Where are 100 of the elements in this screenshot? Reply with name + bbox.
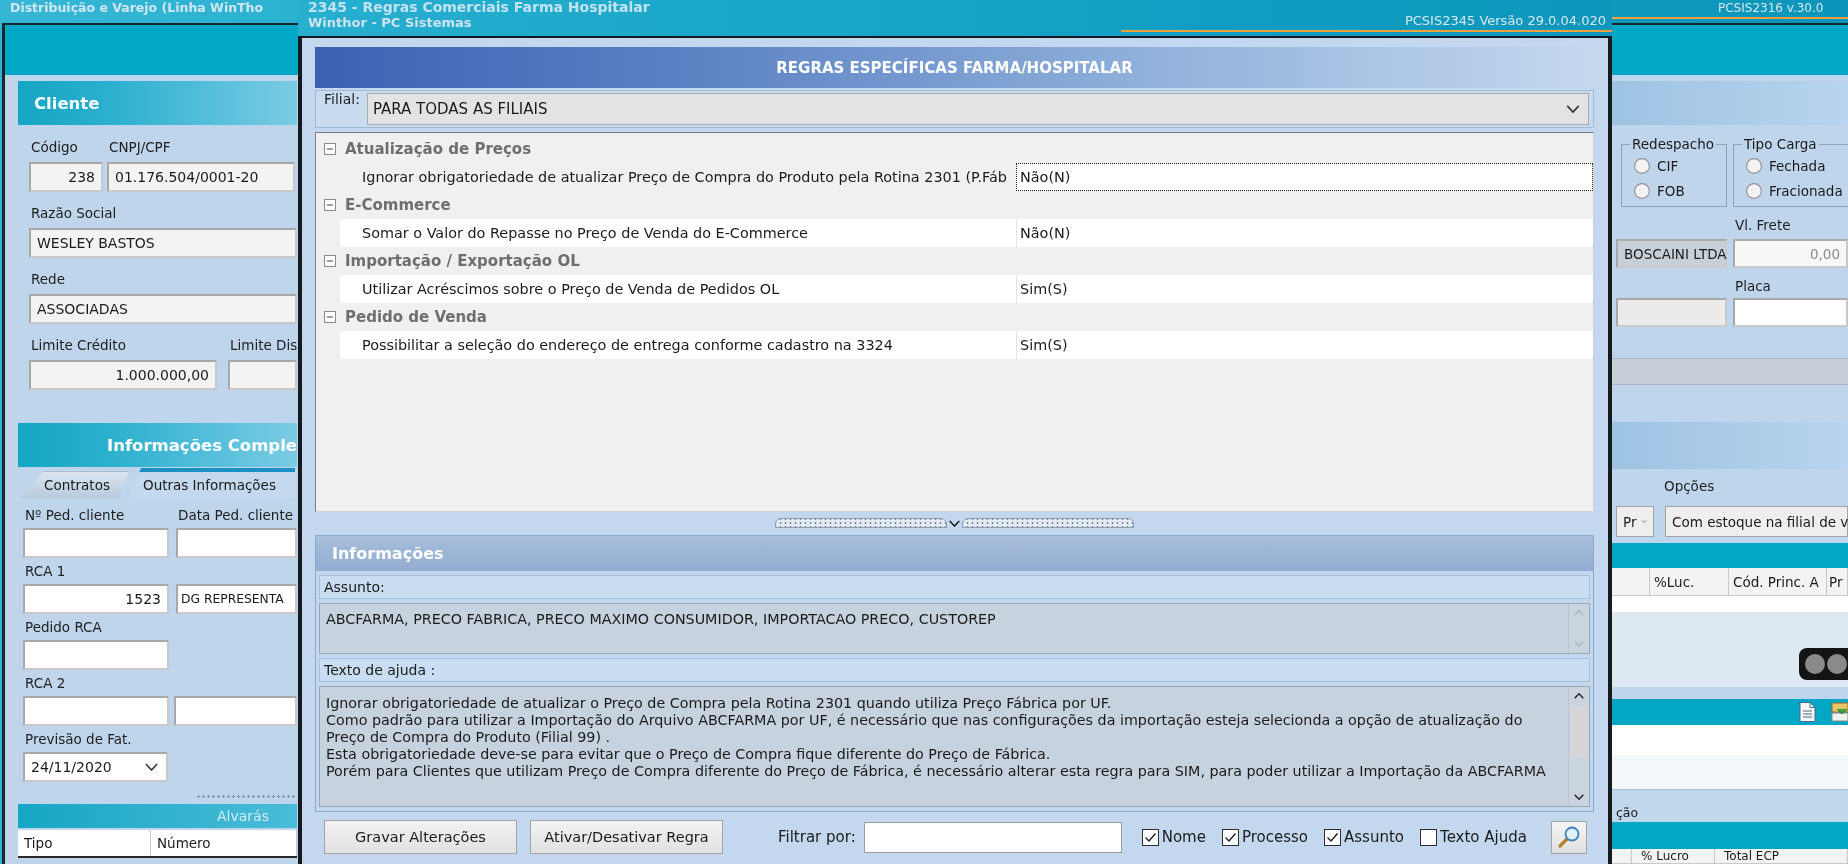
field-label: Limite Crédito <box>30 337 126 353</box>
text-field[interactable]: ASSOCIADAS <box>29 294 297 324</box>
field-label: Vl. Frete <box>1734 217 1792 233</box>
field-label: CNPJ/CPF <box>108 139 171 155</box>
text-field[interactable]: 01.176.504/0001-20 <box>107 162 295 192</box>
checkbox-option[interactable]: Processo <box>1221 828 1309 846</box>
document-icon[interactable] <box>1797 701 1819 723</box>
text-field[interactable] <box>176 528 297 558</box>
field-label: Filial: <box>323 91 360 107</box>
field-label: RCA 1 <box>24 563 66 579</box>
field-label: Limite Dis <box>229 337 298 353</box>
collapse-icon[interactable] <box>324 199 336 211</box>
splitter-grip[interactable] <box>196 794 297 799</box>
tab[interactable]: Contratos <box>20 471 129 498</box>
column-header: % Lucro <box>1632 849 1715 863</box>
dialog-button[interactable]: Gravar Alterações <box>324 820 517 854</box>
text-field[interactable]: 1523 <box>23 584 169 614</box>
text-field[interactable] <box>174 696 297 726</box>
checkbox-icon[interactable] <box>1324 828 1342 846</box>
field-label: Pedido RCA <box>24 619 102 635</box>
collapse-icon[interactable] <box>324 143 336 155</box>
rule-value-cell[interactable]: Não(N) <box>1016 163 1593 191</box>
radio-option[interactable]: Fracionada <box>1746 179 1848 202</box>
field-label: Data Ped. cliente <box>177 507 294 523</box>
memo-text: Esta obrigatoriedade deve-se para evitar que o Preço de Compra fique diferente do Preço de Fábrica. <box>326 746 1052 763</box>
checkbox-option[interactable]: Nome <box>1141 828 1206 846</box>
rule-name-cell-text: Utilizar Acréscimos sobre o Preço de Venda de Pedidos OL <box>361 280 781 299</box>
text-field[interactable]: BOSCAINI LTDA <box>1616 239 1727 268</box>
checkbox-option[interactable]: Texto Ajuda <box>1420 828 1527 846</box>
text-field[interactable]: 1.000.000,00 <box>29 360 217 390</box>
dots-pill-icon <box>1799 648 1848 680</box>
radio-icon[interactable] <box>1746 157 1762 174</box>
text-field[interactable] <box>23 528 169 558</box>
column-header: Número <box>151 830 297 856</box>
date-dropdown[interactable]: 24/11/2020 <box>23 752 168 782</box>
rule-row[interactable]: Utilizar Acréscimos sobre o Preço de Venda de Pedidos OL Sim(S) <box>340 275 1593 303</box>
radio-option[interactable]: FOB <box>1634 179 1726 202</box>
memo-text: Porém para Clientes que utilizam Preço de Compra diferente do Preço de Fábrica, é necessário alterar esta regra para SIM, para poder utilizar a Importação da ABCFARMA <box>326 763 1547 780</box>
text-field[interactable] <box>228 360 297 390</box>
checkbox-icon[interactable] <box>1420 828 1437 846</box>
field-label: Código <box>30 139 78 155</box>
text-field[interactable]: 238 <box>29 162 103 192</box>
text-field[interactable] <box>23 696 169 726</box>
text-field[interactable]: WESLEY BASTOS <box>29 228 297 258</box>
checkbox-icon[interactable] <box>1141 828 1159 846</box>
column-header: Total ECP <box>1715 849 1848 863</box>
field-label: Opções <box>1663 478 1715 494</box>
section-label: Assunto: <box>319 575 1590 599</box>
window-title: Distribuição e Varejo (Linha WinTho <box>9 0 264 16</box>
scroll-up-icon[interactable] <box>1574 693 1584 699</box>
radio-icon[interactable] <box>1634 182 1650 199</box>
tab[interactable]: Outras Informações <box>129 468 295 498</box>
group-box-title: Tipo Carga <box>1743 137 1818 152</box>
dropdown[interactable]: Pr <box>1616 506 1654 537</box>
chevron-down-icon[interactable] <box>949 519 960 527</box>
group-label: Atualização de Preços <box>345 140 532 158</box>
version-label: PCSIS2345 Versão 29.0.04.020 <box>1404 13 1607 28</box>
collapse-icon[interactable] <box>324 311 336 323</box>
grip-bar[interactable] <box>775 518 947 528</box>
radio-option[interactable]: Fechada <box>1746 154 1848 177</box>
text-field: 0,00 <box>1733 239 1848 268</box>
field-label: Nº Ped. cliente <box>24 507 125 523</box>
group-label: E-Commerce <box>345 196 451 214</box>
scrollbar[interactable] <box>1568 687 1589 806</box>
scrollbar-thumb[interactable] <box>1570 707 1588 757</box>
collapse-icon[interactable] <box>324 255 336 267</box>
text-field[interactable] <box>1616 298 1727 327</box>
text-field[interactable]: DG REPRESENTA <box>176 584 297 614</box>
memo-text: ABCFARMA, PRECO FABRICA, PRECO MAXIMO CONSUMIDOR, IMPORTACAO PRECO, CUSTOREP <box>326 611 997 628</box>
column-header: %Luc. <box>1650 568 1729 595</box>
chevron-down-icon <box>1566 105 1580 113</box>
memo-field[interactable] <box>319 686 1590 807</box>
column-header: Cód. Princ. A <box>1729 568 1827 595</box>
text-field[interactable] <box>23 640 169 670</box>
rule-row[interactable]: Possibilitar a seleção do endereço de entrega conforme cadastro na 3324 Sim(S) <box>340 331 1593 359</box>
scroll-down-icon[interactable] <box>1574 794 1584 800</box>
version-label: PCSIS2316 v.30.0 <box>1717 0 1824 16</box>
text-field[interactable] <box>1733 298 1848 327</box>
checkbox-icon[interactable] <box>1221 828 1239 846</box>
memo-field[interactable]: ABCFARMA, PRECO FABRICA, PRECO MAXIMO CONSUMIDOR, IMPORTACAO PRECO, CUSTOREP <box>319 603 1590 654</box>
memo-text: Como padrão para utilizar a Importação do Arquivo ABCFARMA por UF, é necessário que nas configurações da importação esteja selecionda a opção de atualização do Preço de Compra do Produto (Filial 99) . <box>326 712 1524 746</box>
group-label: Importação / Exportação OL <box>345 252 580 270</box>
dropdown[interactable]: PARA TODAS AS FILIAIS <box>366 93 1589 125</box>
group-label: Pedido de Venda <box>345 308 487 326</box>
field-label: Razão Social <box>30 205 117 221</box>
field-label: Placa <box>1734 278 1772 294</box>
radio-icon[interactable] <box>1634 157 1650 174</box>
checkbox-option[interactable]: Assunto <box>1324 828 1404 846</box>
section-title: Alvarás <box>18 804 297 828</box>
dropdown[interactable]: Com estoque na filial de v <box>1665 506 1848 537</box>
chevron-down-icon <box>1642 518 1647 525</box>
grip-bar[interactable] <box>962 518 1134 528</box>
rule-row[interactable]: Somar o Valor do Repasse no Preço de Venda do E-Commerce Não(N) <box>340 219 1593 247</box>
radio-icon[interactable] <box>1746 182 1762 199</box>
card-arrow-icon[interactable] <box>1831 701 1848 723</box>
rule-row[interactable]: Ignorar obrigatoriedade de atualizar Preço de Compra do Produto pela Rotina 2301 (P.Fáb Não(N) <box>340 163 1593 191</box>
search-button[interactable] <box>1551 820 1587 854</box>
filter-input[interactable] <box>863 821 1122 853</box>
dialog-button[interactable]: Ativar/Desativar Regra <box>530 820 723 854</box>
radio-option[interactable]: CIF <box>1634 154 1726 177</box>
